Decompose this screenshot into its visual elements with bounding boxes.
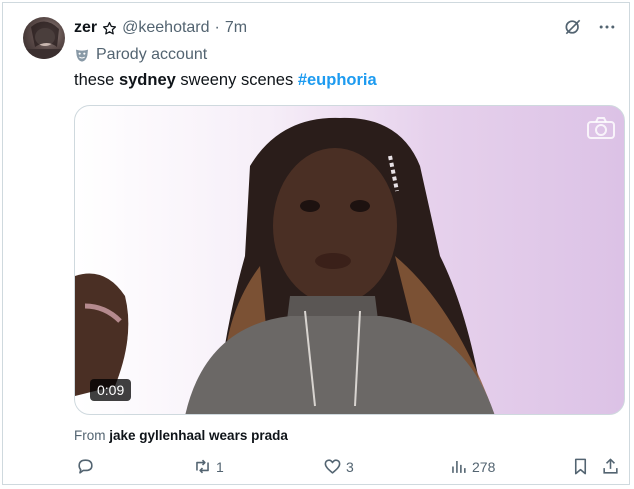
video-thumbnail — [75, 117, 495, 414]
reply-button[interactable] — [76, 457, 99, 476]
heart-icon — [323, 457, 342, 476]
more-dots-icon[interactable] — [597, 17, 617, 37]
reply-icon — [76, 457, 95, 476]
retweet-icon — [193, 457, 212, 476]
author-name[interactable]: zer — [74, 19, 97, 37]
like-button[interactable]: 3 — [323, 457, 354, 476]
timestamp[interactable]: 7m — [225, 19, 247, 37]
tweet-text-middle: sweeny scenes — [175, 71, 298, 89]
video-source-prefix: From — [74, 428, 110, 443]
tweet-header: zer @keehotard · 7m — [74, 18, 247, 38]
tweet-top-actions — [563, 17, 617, 37]
share-button[interactable] — [601, 457, 620, 476]
tweet-actions: 1 3 278 — [74, 457, 625, 479]
bookmark-button[interactable] — [571, 457, 590, 476]
video-source: From jake gyllenhaal wears prada — [74, 428, 288, 443]
views-button[interactable]: 278 — [449, 457, 495, 476]
video-media[interactable]: 0:09 — [74, 105, 625, 415]
hashtag-link[interactable]: #euphoria — [298, 71, 377, 89]
parody-mask-icon — [74, 47, 90, 63]
share-icon — [601, 457, 620, 476]
video-source-name[interactable]: jake gyllenhaal wears prada — [109, 428, 288, 443]
video-duration: 0:09 — [90, 379, 132, 401]
retweet-button[interactable]: 1 — [193, 457, 224, 476]
tweet-card[interactable]: zer @keehotard · 7m Parody account these… — [2, 2, 630, 485]
tweet-text: these sydney sweeny scenes #euphoria — [74, 71, 377, 90]
parody-label-text: Parody account — [96, 46, 208, 63]
views-count: 278 — [472, 458, 496, 475]
separator-dot: · — [214, 19, 220, 36]
avatar[interactable] — [23, 17, 65, 59]
tweet-text-prefix: these — [74, 71, 119, 89]
grok-icon[interactable] — [563, 17, 583, 37]
camera-icon — [586, 116, 616, 140]
views-bar-icon — [449, 457, 468, 476]
bookmark-icon — [571, 457, 590, 476]
tweet-text-bold: sydney — [118, 71, 176, 89]
retweet-count: 1 — [216, 458, 224, 475]
star-outline-icon — [102, 21, 117, 36]
like-count: 3 — [346, 458, 354, 475]
author-handle[interactable]: @keehotard — [122, 19, 209, 37]
parody-label: Parody account — [74, 45, 207, 65]
